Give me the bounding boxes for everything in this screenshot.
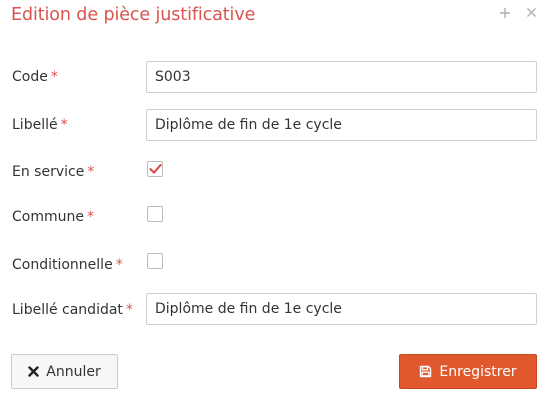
save-button[interactable]: Enregistrer bbox=[399, 354, 537, 389]
libelle-candidat-label: Libellé candidat * bbox=[12, 302, 133, 318]
required-marker: * bbox=[60, 117, 68, 133]
conditionnelle-checkbox[interactable] bbox=[147, 253, 163, 269]
close-icon[interactable] bbox=[523, 7, 539, 23]
required-marker: * bbox=[50, 69, 58, 85]
required-marker: * bbox=[87, 164, 95, 180]
commune-checkbox[interactable] bbox=[147, 206, 163, 222]
conditionnelle-label: Conditionnelle * bbox=[12, 257, 123, 273]
libelle-label: Libellé * bbox=[12, 117, 68, 133]
check-icon bbox=[149, 163, 162, 174]
dialog-title: Edition de pièce justificative bbox=[11, 5, 256, 25]
cancel-button-label: Annuler bbox=[46, 363, 101, 380]
code-label: Code * bbox=[12, 69, 58, 85]
required-marker: * bbox=[86, 209, 94, 225]
edit-document-dialog: Edition de pièce justificative Code* Lib… bbox=[0, 0, 548, 401]
en-service-label: En service * bbox=[12, 164, 95, 180]
times-icon bbox=[28, 366, 39, 377]
dialog-header: Edition de pièce justificative bbox=[0, 0, 548, 36]
required-marker: * bbox=[115, 257, 123, 273]
required-marker: * bbox=[125, 302, 133, 318]
libelle-candidat-input[interactable] bbox=[146, 293, 537, 325]
commune-label: Commune * bbox=[12, 209, 94, 225]
en-service-checkbox[interactable] bbox=[147, 161, 163, 177]
floppy-disk-icon bbox=[419, 365, 432, 378]
code-input[interactable] bbox=[146, 61, 537, 93]
save-button-label: Enregistrer bbox=[439, 363, 517, 380]
plus-icon[interactable] bbox=[497, 7, 513, 23]
cancel-button[interactable]: Annuler bbox=[11, 354, 118, 389]
libelle-input[interactable] bbox=[146, 109, 537, 141]
